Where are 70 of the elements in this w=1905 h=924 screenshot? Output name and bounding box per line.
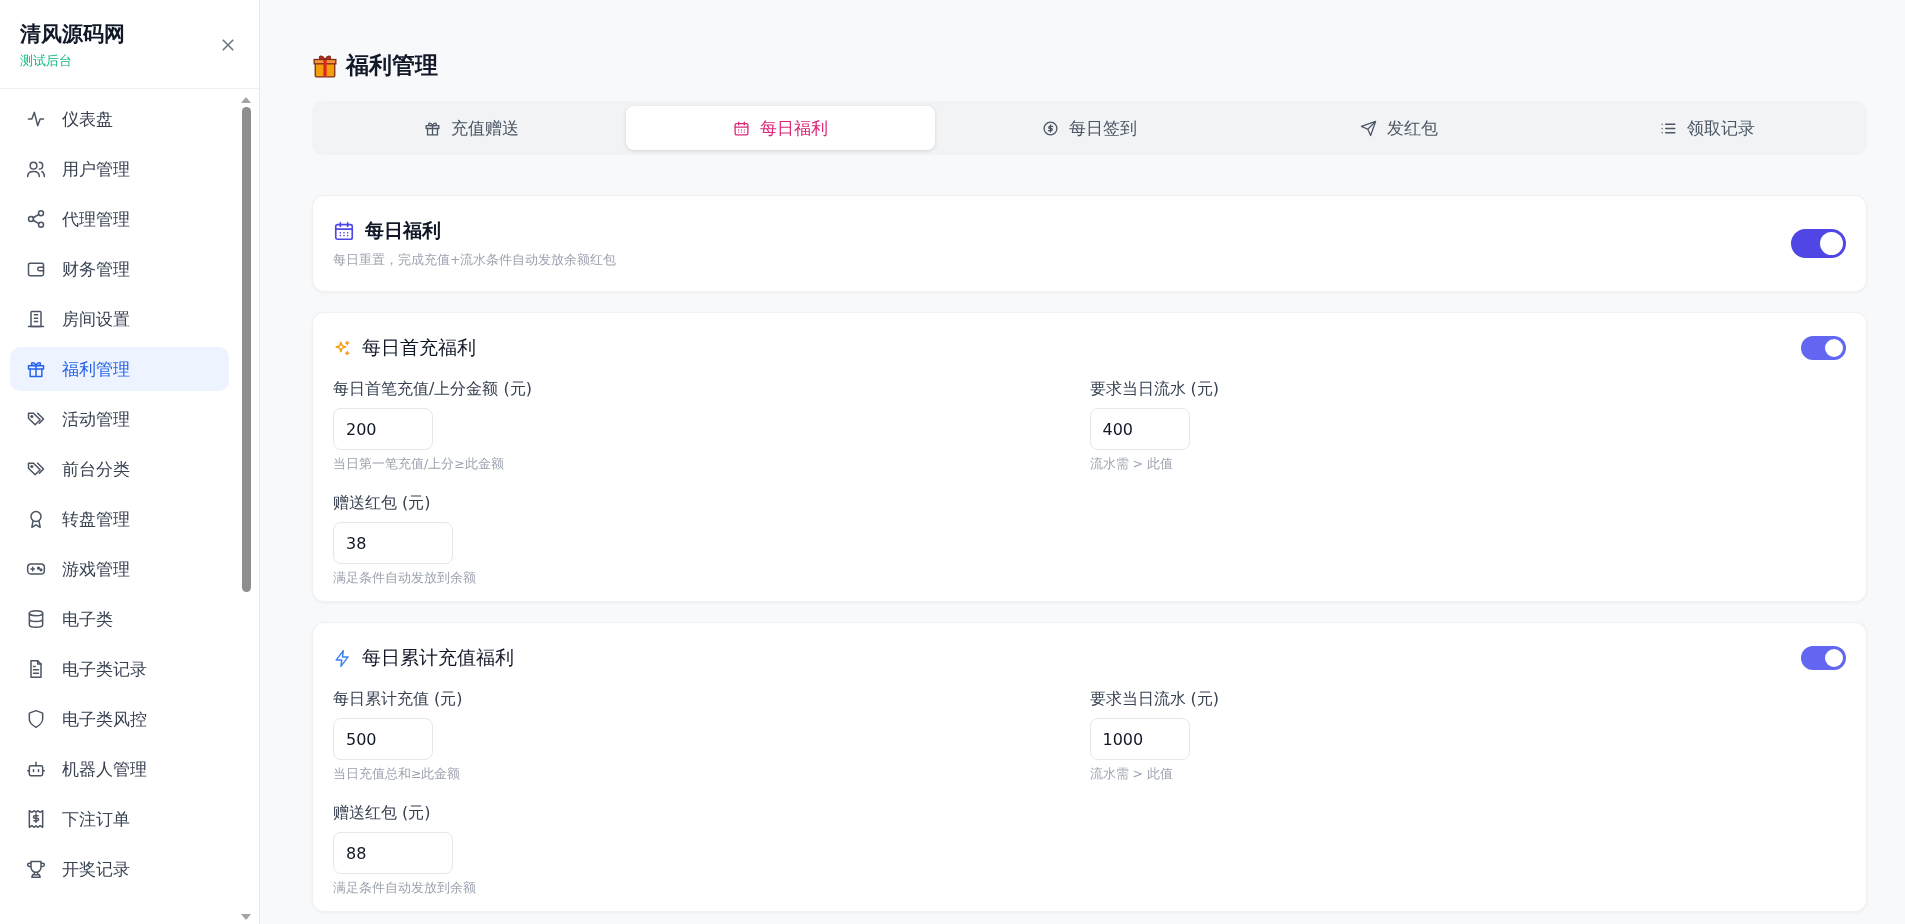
input-field[interactable]: 200 (333, 408, 433, 450)
users-icon (26, 159, 46, 179)
toggle-switch[interactable] (1801, 646, 1846, 670)
sidebar-item[interactable]: 转盘管理 (10, 497, 229, 541)
building-icon (26, 309, 46, 329)
send-icon (1359, 119, 1377, 137)
input-field[interactable]: 400 (1089, 408, 1190, 450)
input-field[interactable]: 1000 (1089, 718, 1190, 760)
tab[interactable]: 发红包 (1244, 106, 1553, 150)
gift-icon (312, 52, 338, 79)
field-label: 要求当日流水 (元) (1089, 689, 1220, 710)
section-title: 每日首充福利 (362, 335, 476, 360)
close-icon[interactable] (219, 36, 237, 54)
field-label: 每日首笔充值/上分金额 (元) (333, 379, 532, 400)
field-hint: 当日充值总和≥此金额 (333, 766, 461, 783)
field-hint: 满足条件自动发放到余额 (333, 880, 476, 897)
sidebar-item[interactable]: 开奖记录 (10, 847, 229, 891)
sidebar-item[interactable]: 活动管理 (10, 397, 229, 441)
toggle-switch[interactable] (1801, 336, 1846, 360)
field-label: 赠送红包 (元) (333, 493, 431, 514)
sparkles-icon (333, 338, 352, 358)
sidebar-item[interactable]: 电子类记录 (10, 647, 229, 691)
sidebar-item[interactable]: 电子类风控 (10, 697, 229, 741)
shield-icon (26, 709, 46, 729)
sidebar-item[interactable]: 用户管理 (10, 147, 229, 191)
sidebar-item[interactable]: 仪表盘 (10, 97, 229, 141)
trophy-icon (26, 859, 46, 879)
input-field[interactable]: 500 (333, 718, 433, 760)
pulse-icon (26, 109, 46, 129)
page-title: 福利管理 (346, 51, 438, 80)
sidebar-item[interactable]: 游戏管理 (10, 547, 229, 591)
sidebar-item[interactable]: 电子类 (10, 597, 229, 641)
sidebar-item[interactable]: 前台分类 (10, 447, 229, 491)
brand-name: 清风源码网 (20, 21, 125, 48)
field-label: 要求当日流水 (元) (1089, 379, 1220, 400)
input-field[interactable]: 38 (333, 522, 453, 564)
dollar-coin-icon (1042, 119, 1059, 137)
card-description: 每日重置，完成充值+流水条件自动发放余额红包 (333, 252, 617, 269)
scroll-up-icon[interactable] (241, 97, 251, 103)
field-hint: 满足条件自动发放到余额 (333, 570, 476, 587)
tab[interactable]: 每日福利 (626, 106, 935, 150)
sidebar-item[interactable]: 房间设置 (10, 297, 229, 341)
sidebar-item[interactable]: 财务管理 (10, 247, 229, 291)
field-hint: 流水需 > 此值 (1089, 456, 1173, 473)
calendar-icon (333, 220, 355, 242)
tab[interactable]: 领取记录 (1553, 106, 1862, 150)
field-hint: 流水需 > 此值 (1089, 766, 1173, 783)
sidebar-item[interactable]: 机器人管理 (10, 747, 229, 791)
tab[interactable]: 每日签到 (935, 106, 1244, 150)
scroll-down-icon[interactable] (241, 914, 251, 920)
input-field[interactable]: 88 (333, 832, 453, 874)
field-label: 赠送红包 (元) (333, 803, 431, 824)
tab[interactable]: 充值赠送 (317, 106, 626, 150)
lightning-icon (333, 648, 352, 668)
section-title: 每日累计充值福利 (362, 645, 514, 670)
receipt-icon (26, 809, 46, 829)
database-icon (26, 609, 46, 629)
wallet-icon (26, 259, 46, 279)
card-title: 每日福利 (365, 218, 441, 243)
field-label: 每日累计充值 (元) (333, 689, 463, 710)
calendar-icon (733, 119, 750, 137)
robot-icon (26, 759, 46, 779)
scrollbar-thumb[interactable] (241, 107, 251, 592)
brand-subtitle: 测试后台 (20, 52, 73, 70)
toggle-switch[interactable] (1791, 229, 1846, 258)
sidebar-item[interactable]: 下注订单 (10, 797, 229, 841)
sidebar-item[interactable]: 福利管理 (10, 347, 229, 391)
gift-icon (26, 359, 46, 379)
sidebar-item[interactable]: 代理管理 (10, 197, 229, 241)
share-icon (26, 209, 46, 229)
